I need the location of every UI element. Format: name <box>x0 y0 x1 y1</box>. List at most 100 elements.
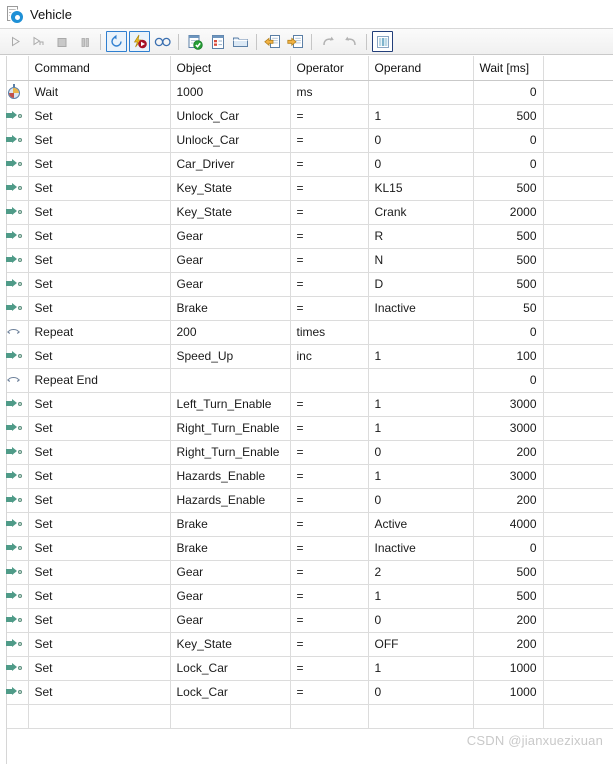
cell-operator[interactable]: = <box>290 392 369 417</box>
step-button[interactable] <box>28 31 49 52</box>
cell-wait[interactable]: 500 <box>473 176 544 201</box>
cell-command[interactable]: Set <box>28 272 171 297</box>
cell-command[interactable]: Set <box>28 656 171 681</box>
cell-wait[interactable]: 2000 <box>473 200 544 225</box>
validate-button[interactable] <box>184 31 205 52</box>
table-row[interactable]: Set Left_Turn_Enable = 1 3000 <box>0 392 613 417</box>
table-row[interactable]: Set Key_State = KL15 500 <box>0 176 613 201</box>
table-row[interactable]: Set Car_Driver = 0 0 <box>0 152 613 177</box>
table-row[interactable]: Set Unlock_Car = 1 500 <box>0 104 613 129</box>
cell-command[interactable]: Set <box>28 680 171 705</box>
cell-operand[interactable]: Crank <box>368 200 474 225</box>
cell-operand[interactable]: 0 <box>368 680 474 705</box>
cell-object[interactable]: Car_Driver <box>170 152 291 177</box>
table-row[interactable]: Set Hazards_Enable = 1 3000 <box>0 464 613 489</box>
table-row[interactable]: Repeat 200 times 0 <box>0 320 613 345</box>
table-row[interactable]: Set Right_Turn_Enable = 0 200 <box>0 440 613 465</box>
cell-operand[interactable]: 0 <box>368 152 474 177</box>
cell-operator[interactable]: = <box>290 584 369 609</box>
cell-wait[interactable]: 4000 <box>473 512 544 537</box>
cell-operand[interactable]: KL15 <box>368 176 474 201</box>
cell-object[interactable]: Speed_Up <box>170 344 291 369</box>
cell-wait[interactable]: 500 <box>473 224 544 249</box>
cell-wait[interactable]: 50 <box>473 296 544 321</box>
cell-operator[interactable]: = <box>290 632 369 657</box>
cell-operand[interactable]: 0 <box>368 128 474 153</box>
cell-command[interactable]: Set <box>28 128 171 153</box>
cell-operator[interactable]: = <box>290 536 369 561</box>
table-row[interactable]: Set Unlock_Car = 0 0 <box>0 128 613 153</box>
cell-operand[interactable]: N <box>368 248 474 273</box>
cell-command[interactable]: Set <box>28 632 171 657</box>
cell-object[interactable] <box>170 704 291 729</box>
cell-operator[interactable] <box>290 368 369 393</box>
table-row[interactable]: Set Right_Turn_Enable = 1 3000 <box>0 416 613 441</box>
table-row[interactable]: Set Lock_Car = 0 1000 <box>0 680 613 705</box>
cell-operator[interactable]: = <box>290 128 369 153</box>
cell-command[interactable]: Set <box>28 488 171 513</box>
cell-operator[interactable]: = <box>290 248 369 273</box>
cell-operator[interactable]: ms <box>290 80 369 105</box>
cell-command[interactable]: Set <box>28 512 171 537</box>
table-row[interactable] <box>0 704 613 729</box>
cell-operand[interactable]: 0 <box>368 440 474 465</box>
cell-operator[interactable]: = <box>290 656 369 681</box>
cell-wait[interactable]: 500 <box>473 584 544 609</box>
table-row[interactable]: Set Gear = 1 500 <box>0 584 613 609</box>
cell-operand[interactable]: 2 <box>368 560 474 585</box>
cell-wait[interactable]: 200 <box>473 488 544 513</box>
cell-wait[interactable]: 200 <box>473 608 544 633</box>
cell-object[interactable]: Unlock_Car <box>170 128 291 153</box>
cell-operator[interactable]: = <box>290 440 369 465</box>
cell-object[interactable]: Key_State <box>170 200 291 225</box>
cell-operator[interactable]: = <box>290 104 369 129</box>
table-row[interactable]: Set Gear = D 500 <box>0 272 613 297</box>
cell-operator[interactable]: = <box>290 272 369 297</box>
cell-wait[interactable]: 3000 <box>473 392 544 417</box>
cell-wait[interactable]: 500 <box>473 104 544 129</box>
cell-object[interactable]: Unlock_Car <box>170 104 291 129</box>
cell-command[interactable]: Set <box>28 176 171 201</box>
cell-wait[interactable]: 1000 <box>473 656 544 681</box>
cell-operand[interactable]: 1 <box>368 416 474 441</box>
cell-operator[interactable]: = <box>290 464 369 489</box>
stop-button[interactable] <box>51 31 72 52</box>
cell-object[interactable]: Brake <box>170 536 291 561</box>
cell-operator[interactable] <box>290 704 369 729</box>
cell-object[interactable]: Lock_Car <box>170 656 291 681</box>
column-header-operand[interactable]: Operand <box>368 56 474 81</box>
cell-wait[interactable]: 0 <box>473 80 544 105</box>
cell-operand[interactable] <box>368 704 474 729</box>
cell-wait[interactable]: 0 <box>473 152 544 177</box>
column-header-command[interactable]: Command <box>28 56 171 81</box>
table-row[interactable]: Set Key_State = Crank 2000 <box>0 200 613 225</box>
cell-wait[interactable]: 100 <box>473 344 544 369</box>
cell-operator[interactable]: = <box>290 608 369 633</box>
cell-object[interactable]: Brake <box>170 296 291 321</box>
cell-operand[interactable]: R <box>368 224 474 249</box>
table-row[interactable]: Set Brake = Inactive 0 <box>0 536 613 561</box>
table-row[interactable]: Set Brake = Active 4000 <box>0 512 613 537</box>
cell-operand[interactable]: Active <box>368 512 474 537</box>
cell-operand[interactable]: 1 <box>368 344 474 369</box>
cell-object[interactable]: Gear <box>170 248 291 273</box>
cell-operator[interactable]: = <box>290 488 369 513</box>
cell-operand[interactable]: 1 <box>368 464 474 489</box>
undo-button[interactable] <box>317 31 338 52</box>
cell-wait[interactable] <box>473 704 544 729</box>
cell-command[interactable]: Set <box>28 536 171 561</box>
cell-command[interactable]: Set <box>28 104 171 129</box>
cell-wait[interactable]: 0 <box>473 536 544 561</box>
cell-command[interactable]: Set <box>28 560 171 585</box>
column-header-object[interactable]: Object <box>170 56 291 81</box>
table-row[interactable]: Set Brake = Inactive 50 <box>0 296 613 321</box>
cell-operator[interactable]: = <box>290 512 369 537</box>
cell-command[interactable] <box>28 704 171 729</box>
cell-command[interactable]: Set <box>28 392 171 417</box>
table-row[interactable]: Set Gear = 0 200 <box>0 608 613 633</box>
cell-command[interactable]: Set <box>28 608 171 633</box>
redo-button[interactable] <box>340 31 361 52</box>
table-row[interactable]: Set Key_State = OFF 200 <box>0 632 613 657</box>
cell-operator[interactable]: = <box>290 176 369 201</box>
pause-button[interactable] <box>74 31 95 52</box>
